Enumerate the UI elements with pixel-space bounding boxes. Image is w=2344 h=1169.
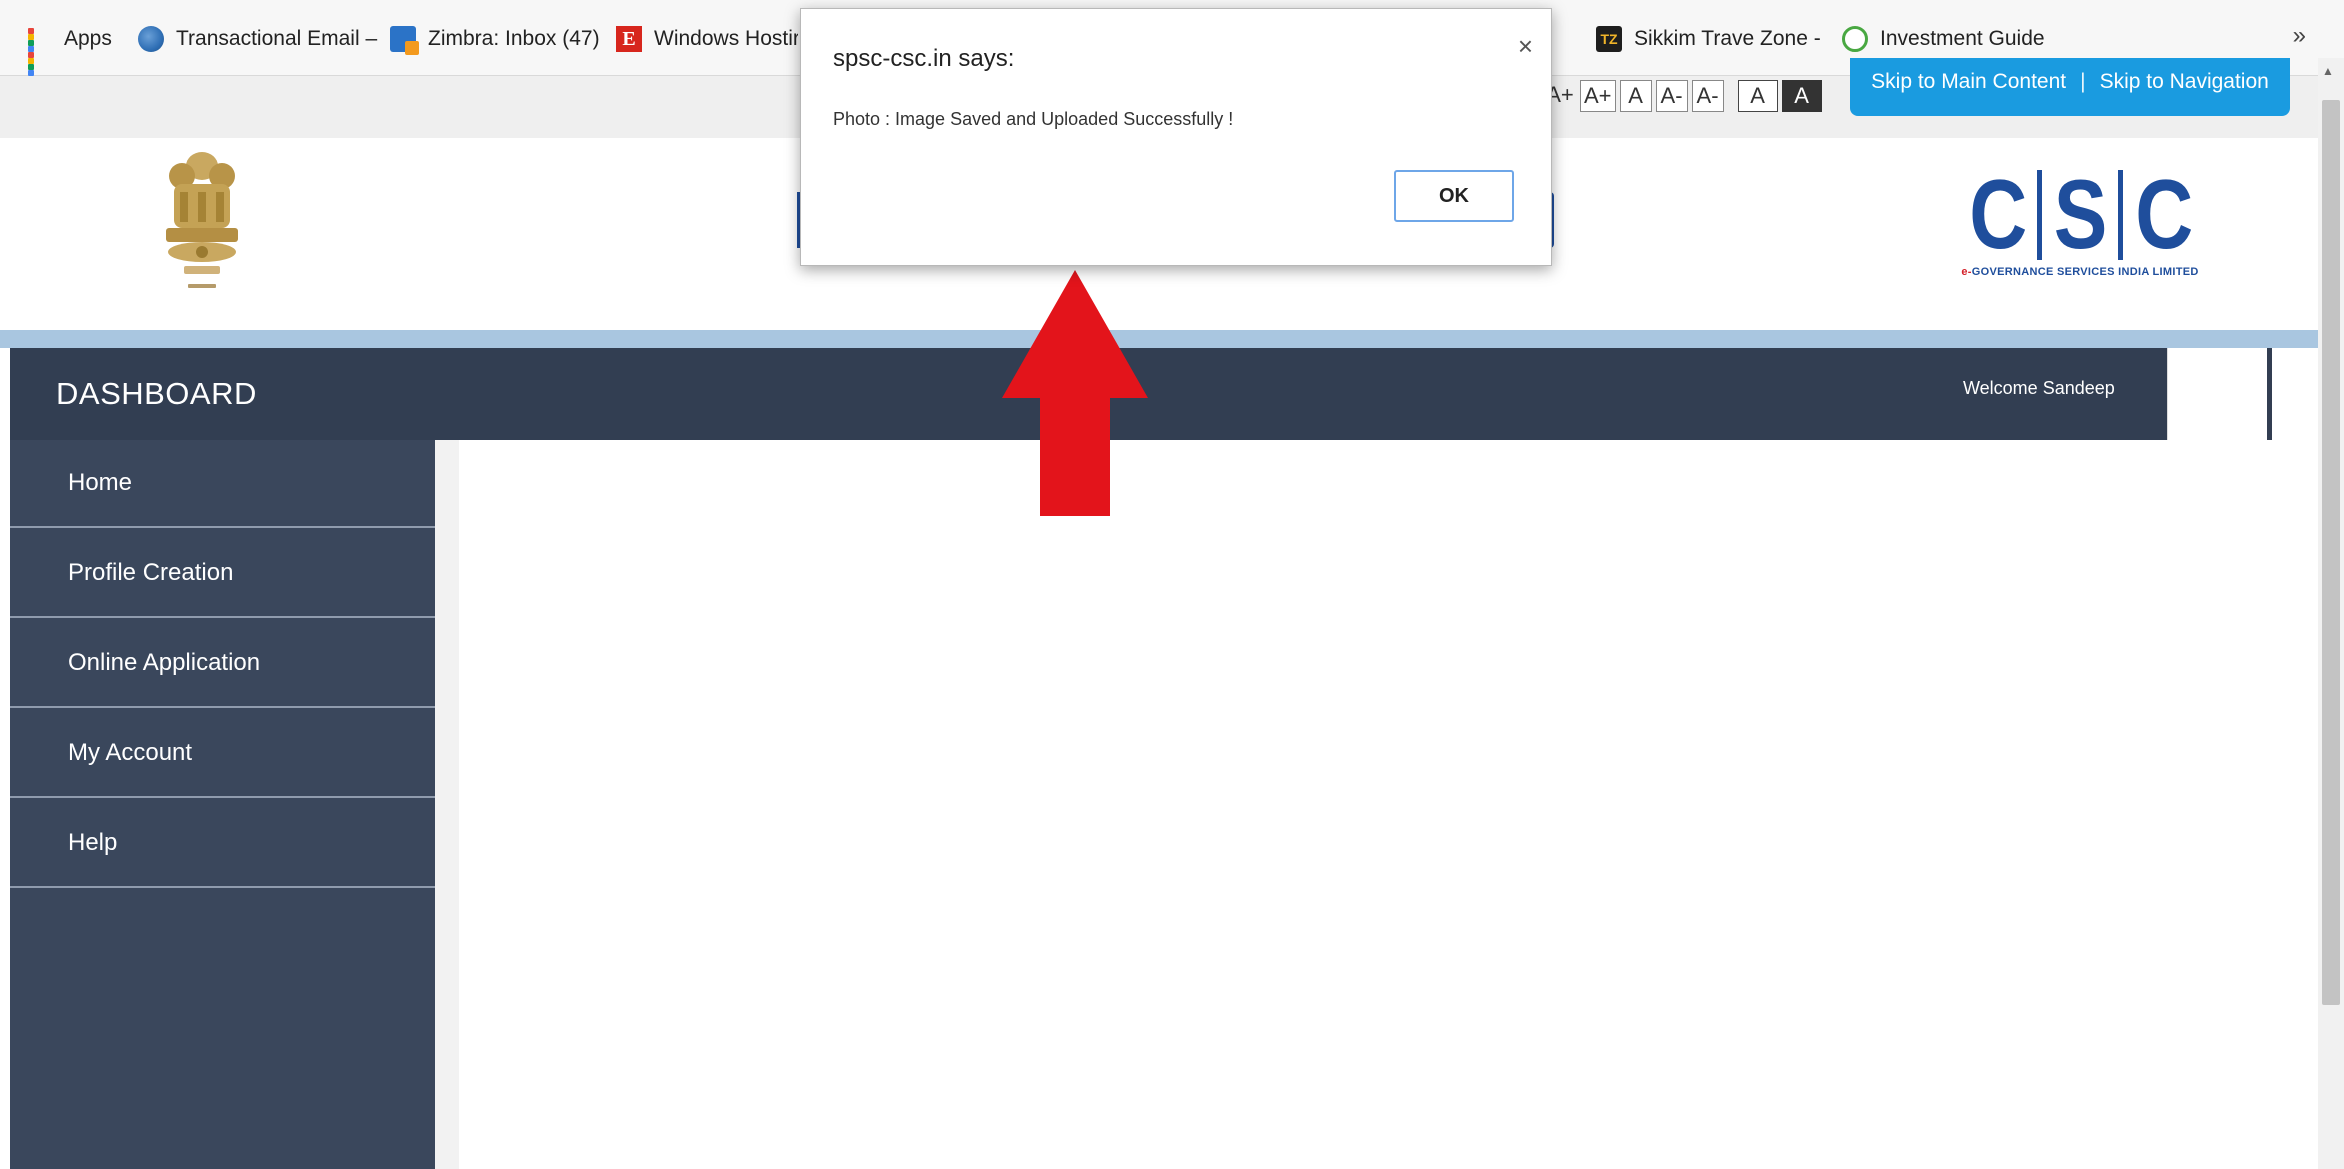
bookmark-label: Transactional Email – — [176, 27, 378, 50]
red-up-arrow-icon — [1002, 270, 1148, 516]
scroll-up-arrow-icon[interactable]: ▲ — [2322, 64, 2334, 78]
ok-button[interactable]: OK — [1394, 170, 1514, 222]
font-decrease-more-button[interactable]: A- — [1691, 80, 1724, 112]
csc-letter: S — [2054, 159, 2108, 269]
skip-links-bar: Skip to Main Content | Skip to Navigatio… — [1850, 58, 2290, 116]
dialog-message: Photo : Image Saved and Uploaded Success… — [833, 109, 1234, 129]
main-content-area — [435, 440, 2272, 1169]
alert-dialog: spsc-csc.in says: × Photo : Image Saved … — [800, 8, 1552, 266]
csc-divider — [2117, 170, 2123, 260]
skip-separator: | — [2080, 70, 2086, 93]
scrollbar-thumb[interactable] — [2322, 100, 2340, 1005]
welcome-user-text: Welcome Sandeep — [1963, 378, 2115, 398]
tz-icon: TZ — [1596, 26, 1622, 52]
csc-letter: C — [2134, 159, 2193, 269]
sidebar-item-help[interactable]: Help — [10, 800, 435, 888]
sidebar-item-home[interactable]: Home — [10, 440, 435, 528]
sidebar-item-profile-creation[interactable]: Profile Creation — [10, 530, 435, 618]
contrast-dark-button[interactable]: A — [1781, 80, 1822, 112]
user-photo-placeholder — [2167, 348, 2267, 440]
skip-to-main-content-link[interactable]: Skip to Main Content — [1871, 70, 2066, 94]
font-increase-button[interactable]: A+ — [1580, 80, 1616, 112]
sidebar-item-my-account[interactable]: My Account — [10, 710, 435, 798]
e-logo-icon: E — [616, 26, 642, 52]
bookmark-label: Apps — [64, 27, 112, 50]
zimbra-icon — [390, 26, 419, 55]
apps-grid-icon — [26, 26, 52, 82]
bookmark-label: Windows Hostir — [654, 27, 798, 50]
font-decrease-button[interactable]: A- — [1655, 80, 1688, 112]
font-size-controls: A+ A+ A A- A- A A — [1544, 78, 1822, 114]
bookmark-transactional-email[interactable]: Transactional Email – — [138, 22, 377, 56]
csc-wordmark: C S C — [1935, 159, 2225, 269]
national-emblem-logo — [152, 144, 252, 304]
bookmark-label: Sikkim Trave Zone - — [1634, 27, 1821, 50]
bookmarks-overflow-chevron-icon[interactable]: » — [2293, 22, 2306, 50]
close-icon[interactable]: × — [1518, 31, 1533, 62]
bookmark-sikkim-trave-zone[interactable]: TZ Sikkim Trave Zone - — [1596, 22, 1821, 56]
emblem-icon — [166, 152, 238, 288]
dashboard-title: DASHBOARD — [56, 376, 257, 411]
investment-icon — [1842, 26, 1868, 52]
bookmark-apps[interactable]: Apps — [26, 22, 112, 82]
sidebar-nav: Home Profile Creation Online Application… — [10, 440, 435, 1169]
bookmark-label: Investment Guide — [1880, 27, 2045, 50]
globe-icon — [138, 26, 164, 52]
font-normal-button[interactable]: A — [1619, 80, 1652, 112]
skip-to-navigation-link[interactable]: Skip to Navigation — [2100, 70, 2269, 94]
bookmark-zimbra-inbox[interactable]: Zimbra: Inbox (47) — [390, 22, 600, 56]
header-divider-strip — [0, 330, 2322, 348]
sidebar-item-online-application[interactable]: Online Application — [10, 620, 435, 708]
csc-letter: C — [1968, 159, 2027, 269]
csc-divider — [2037, 170, 2043, 260]
bookmark-label: Zimbra: Inbox (47) — [428, 27, 600, 50]
dialog-title: spsc-csc.in says: — [833, 45, 1015, 72]
bookmark-investment-guide[interactable]: Investment Guide — [1842, 22, 2045, 56]
bookmark-windows-hosting[interactable]: E Windows Hostir — [616, 22, 798, 56]
browser-window: Apps Transactional Email – Zimbra: Inbox… — [0, 0, 2344, 1169]
contrast-normal-button[interactable]: A — [1737, 80, 1778, 112]
csc-logo: C S C e-GOVERNANCE SERVICES INDIA LIMITE… — [1935, 159, 2225, 288]
